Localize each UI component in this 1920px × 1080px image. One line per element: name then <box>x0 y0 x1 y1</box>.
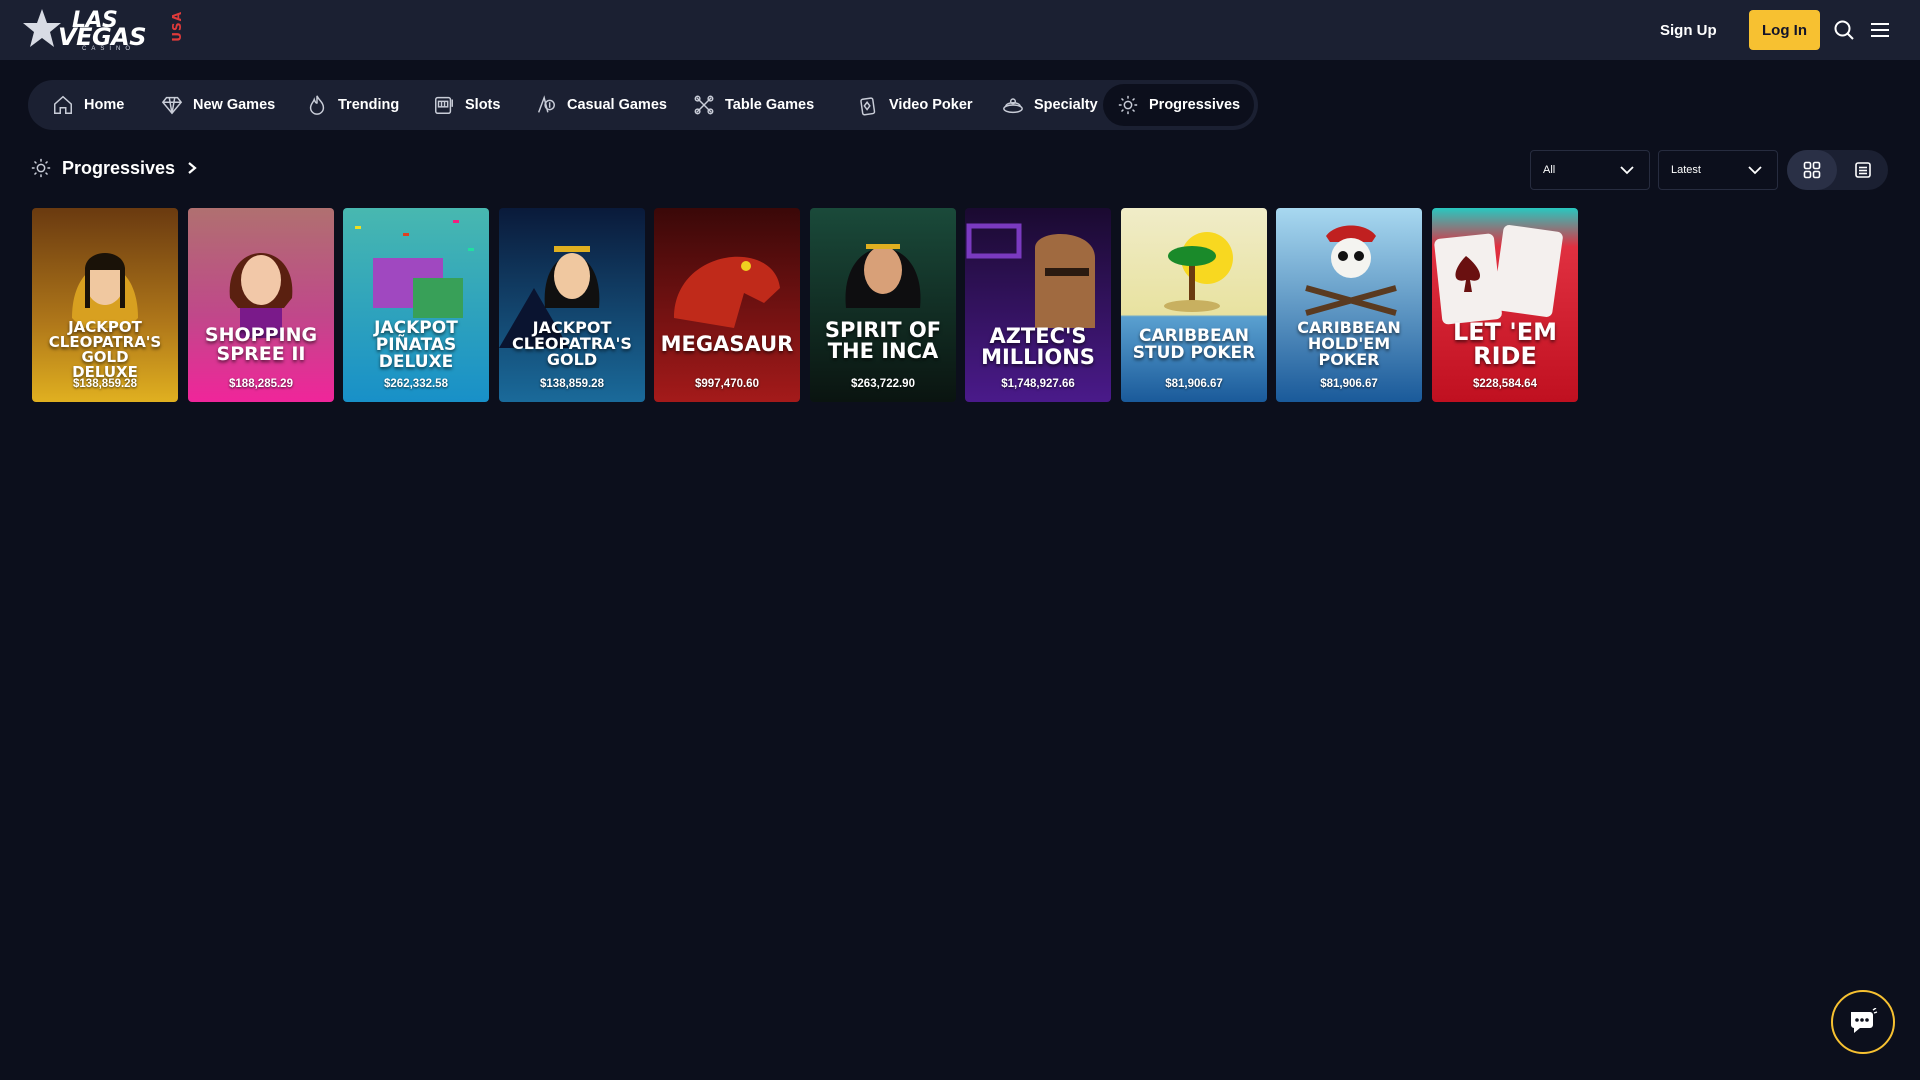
game-card-shopping-spree-ii[interactable]: SHOPPING SPREE II $188,285.29 <box>188 208 334 402</box>
sign-up-button[interactable]: Sign Up <box>1660 18 1717 42</box>
sort-value: Latest <box>1671 164 1701 176</box>
game-card-megasaur[interactable]: MEGASAUR $997,470.60 <box>654 208 800 402</box>
filter-value: All <box>1543 164 1556 176</box>
search-icon[interactable] <box>1832 18 1856 42</box>
list-view-button[interactable] <box>1838 150 1888 190</box>
game-title: JACKPOT CLEOPATRA'S GOLD DELUXE <box>48 318 162 381</box>
list-view-icon <box>1855 162 1871 178</box>
game-card-jackpot-pinatas-deluxe[interactable]: JACKPOT PIÑATAS DELUXE $262,332.58 <box>343 208 489 402</box>
game-artwork <box>188 208 334 402</box>
nav-label: Trending <box>338 97 400 113</box>
table-games-icon <box>694 95 714 115</box>
nav-item-home[interactable]: Home <box>38 84 138 126</box>
game-artwork <box>1432 208 1578 402</box>
nav-item-table-games[interactable]: Table Games <box>679 84 828 126</box>
game-title: CARIBBEAN STUD POKER <box>1132 326 1256 363</box>
nav-item-casual-games[interactable]: Casual Games <box>521 84 681 126</box>
flame-icon <box>309 95 325 115</box>
logo-line2: VEGAS <box>58 23 147 51</box>
game-artwork <box>343 208 489 402</box>
filter-select[interactable]: All <box>1530 150 1650 190</box>
site-logo[interactable]: LAS VEGAS USA CASINO <box>22 5 184 53</box>
casual-games-icon <box>537 95 555 113</box>
chevron-right-icon <box>188 162 197 174</box>
nav-item-new-games[interactable]: New Games <box>147 84 289 126</box>
game-artwork <box>965 208 1111 402</box>
section-title-link[interactable]: Progressives <box>30 156 199 180</box>
game-title: AZTEC'S MILLIONS <box>981 324 1095 369</box>
jackpot-amount: $138,859.28 <box>540 378 604 390</box>
nav-label: New Games <box>193 97 276 113</box>
sort-select[interactable]: Latest <box>1658 150 1778 190</box>
nav-item-progressives[interactable]: Progressives <box>1103 84 1255 126</box>
chevron-down-icon <box>1620 166 1634 175</box>
slot-machine-icon <box>435 96 453 114</box>
game-card-jackpot-cleopatras-gold[interactable]: JACKPOT CLEOPATRA'S GOLD $138,859.28 <box>499 208 645 402</box>
logo-sub: CASINO <box>82 46 136 52</box>
game-artwork <box>499 208 645 402</box>
progressives-icon <box>1118 95 1138 115</box>
view-toggle <box>1787 150 1888 190</box>
game-card-let-em-ride[interactable]: LET 'EM RIDE $228,584.64 <box>1432 208 1578 402</box>
menu-icon[interactable] <box>1868 18 1892 42</box>
game-artwork <box>654 208 800 402</box>
game-title: SPIRIT OF THE INCA <box>824 318 942 363</box>
jackpot-amount: $81,906.67 <box>1320 378 1378 390</box>
diamond-icon <box>161 96 183 115</box>
game-title: SHOPPING SPREE II <box>204 324 318 365</box>
game-title: LET 'EM RIDE <box>1452 318 1558 370</box>
home-icon <box>54 95 72 114</box>
jackpot-amount: $1,748,927.66 <box>1001 378 1075 390</box>
jackpot-amount: $263,722.90 <box>851 378 915 390</box>
nav-label: Table Games <box>725 97 815 113</box>
jackpot-amount: $228,584.64 <box>1473 378 1537 390</box>
grid-view-icon <box>1803 161 1821 179</box>
game-artwork <box>1121 208 1267 402</box>
game-title: JACKPOT CLEOPATRA'S GOLD <box>512 318 632 369</box>
game-title: MEGASAUR <box>660 332 794 356</box>
jackpot-amount: $81,906.67 <box>1165 378 1223 390</box>
nav-item-slots[interactable]: Slots <box>419 84 514 126</box>
game-title: JACKPOT PIÑATAS DELUXE <box>374 318 458 372</box>
game-card-jackpot-cleopatras-gold-deluxe[interactable]: JACKPOT CLEOPATRA'S GOLD DELUXE $138,859… <box>32 208 178 402</box>
jackpot-amount: $188,285.29 <box>229 378 293 390</box>
jackpot-amount: $262,332.58 <box>384 378 448 390</box>
section-title: Progressives <box>62 157 176 178</box>
game-title: CARIBBEAN HOLD'EM POKER <box>1297 318 1401 369</box>
nav-label: Casual Games <box>567 97 667 113</box>
game-artwork <box>1276 208 1422 402</box>
log-in-button[interactable]: Log In <box>1749 10 1820 50</box>
jackpot-amount: $138,859.28 <box>73 378 137 390</box>
game-card-spirit-of-the-inca[interactable]: SPIRIT OF THE INCA $263,722.90 <box>810 208 956 402</box>
game-card-caribbean-holdem-poker[interactable]: CARIBBEAN HOLD'EM POKER $81,906.67 <box>1276 208 1422 402</box>
logo-badge: USA <box>170 11 184 42</box>
star-logo-icon <box>23 9 61 47</box>
game-artwork <box>810 208 956 402</box>
nav-item-trending[interactable]: Trending <box>292 84 413 126</box>
chevron-down-icon <box>1748 166 1762 175</box>
game-card-aztecs-millions[interactable]: AZTEC'S MILLIONS $1,748,927.66 <box>965 208 1111 402</box>
nav-label: Video Poker <box>889 97 973 113</box>
chat-icon <box>1851 1008 1878 1033</box>
grid-view-button[interactable] <box>1787 150 1837 190</box>
nav-label: Specialty <box>1034 97 1098 113</box>
category-nav: Home New Games Trending Slots Casual Gam… <box>28 80 1258 130</box>
jackpot-amount: $997,470.60 <box>695 378 759 390</box>
nav-item-video-poker[interactable]: Video Poker <box>843 84 987 126</box>
game-card-caribbean-stud-poker[interactable]: CARIBBEAN STUD POKER $81,906.67 <box>1121 208 1267 402</box>
nav-label: Slots <box>465 97 501 113</box>
nav-label: Home <box>84 97 125 113</box>
specialty-icon <box>1003 98 1023 114</box>
nav-item-specialty[interactable]: Specialty <box>988 84 1112 126</box>
video-poker-icon <box>860 97 876 116</box>
nav-label: Progressives <box>1149 97 1241 113</box>
progressives-icon <box>31 158 51 178</box>
top-header: LAS VEGAS USA CASINO Sign Up Log In <box>0 0 1920 60</box>
chat-button[interactable] <box>1831 990 1895 1054</box>
